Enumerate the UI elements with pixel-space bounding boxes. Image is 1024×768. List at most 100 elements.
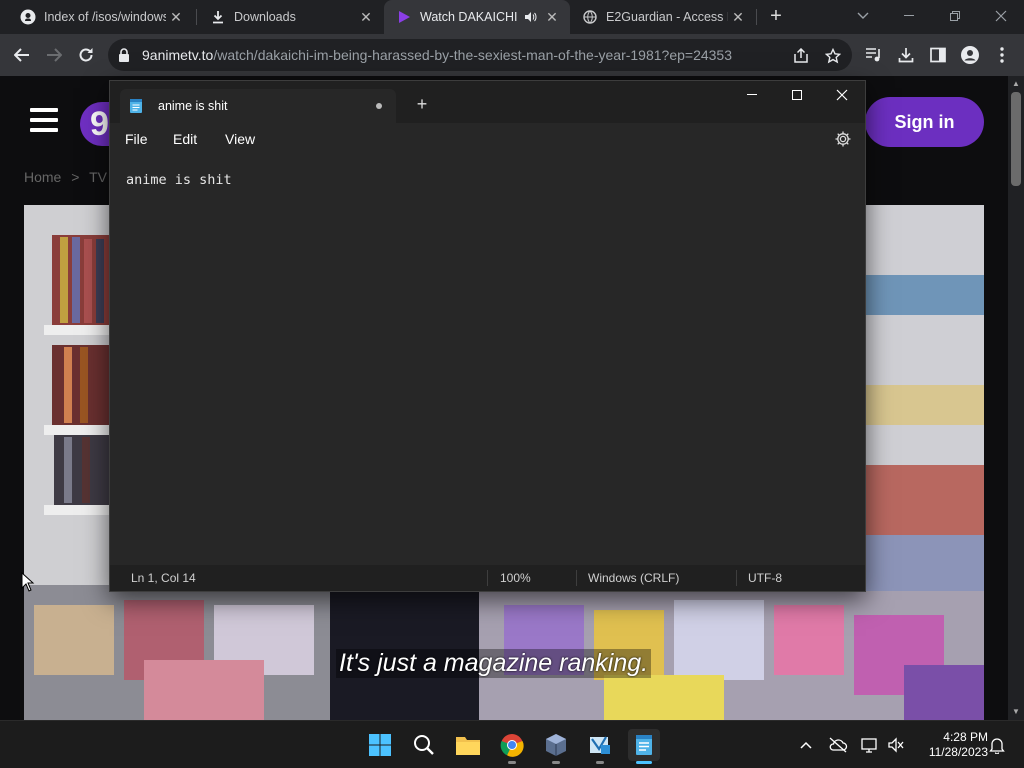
notepad-icon xyxy=(636,735,652,755)
scroll-down-icon[interactable]: ▼ xyxy=(1008,704,1024,720)
volume-muted-icon[interactable] xyxy=(886,735,906,755)
menu-edit[interactable]: Edit xyxy=(173,131,197,147)
zoom-level[interactable]: 100% xyxy=(500,571,531,585)
tab-search-button[interactable] xyxy=(840,0,886,32)
taskbar-virtualbox[interactable] xyxy=(540,729,572,764)
share-icon[interactable] xyxy=(792,47,810,65)
notepad-titlebar[interactable]: anime is shit + xyxy=(110,81,865,123)
notepad-text-area[interactable]: anime is shit xyxy=(110,155,865,565)
breadcrumb: Home > TV xyxy=(24,169,107,185)
minimize-icon xyxy=(747,94,757,95)
close-icon xyxy=(836,89,848,101)
breadcrumb-tv-link[interactable]: TV xyxy=(89,169,107,185)
document-text[interactable]: anime is shit xyxy=(126,172,232,188)
browser-toolbar: 9animetv.to/watch/dakaichi-im-being-hara… xyxy=(0,34,1024,76)
side-panel-icon[interactable] xyxy=(928,45,948,65)
gear-icon[interactable] xyxy=(834,130,852,148)
tab-watch-dakaichi[interactable]: Watch DAKAICHI ✕ xyxy=(384,0,570,34)
profile-icon[interactable] xyxy=(960,45,980,65)
breadcrumb-home-link[interactable]: Home xyxy=(24,169,61,185)
reload-button[interactable] xyxy=(72,41,100,69)
notepad-menubar: File Edit View xyxy=(110,123,865,155)
minimize-button[interactable] xyxy=(886,0,932,32)
hamburger-menu-icon[interactable] xyxy=(30,108,58,132)
cloud-off-icon[interactable] xyxy=(828,735,848,755)
vmware-icon xyxy=(590,736,610,754)
maximize-icon xyxy=(792,90,802,100)
speaker-icon[interactable] xyxy=(522,9,538,25)
running-indicator xyxy=(596,761,604,764)
notification-bell-icon[interactable] xyxy=(987,735,1007,755)
tab-downloads[interactable]: Downloads ✕ xyxy=(198,0,384,34)
taskbar-vmware[interactable] xyxy=(584,729,616,764)
lock-icon[interactable] xyxy=(118,48,130,67)
taskbar-notepad[interactable] xyxy=(628,729,660,764)
close-icon[interactable]: ✕ xyxy=(542,7,562,27)
notepad-minimize-button[interactable] xyxy=(729,81,775,109)
unsaved-dot-icon[interactable] xyxy=(376,103,382,109)
page-scrollbar[interactable]: ▲ ▼ xyxy=(1008,76,1024,720)
taskbar-chrome[interactable] xyxy=(496,729,528,764)
star-icon[interactable] xyxy=(824,47,842,65)
notepad-icon xyxy=(130,99,142,113)
taskbar-search-button[interactable] xyxy=(408,729,440,761)
notepad-new-tab-button[interactable]: + xyxy=(412,94,432,114)
tab-title: Watch DAKAICHI xyxy=(420,10,518,24)
breadcrumb-separator: > xyxy=(71,169,80,185)
sign-in-button[interactable]: Sign in xyxy=(865,97,984,147)
close-window-button[interactable] xyxy=(978,0,1024,32)
back-button[interactable] xyxy=(8,41,36,69)
close-icon xyxy=(995,10,1007,22)
notepad-statusbar: Ln 1, Col 14 100% Windows (CRLF) UTF-8 xyxy=(110,565,865,591)
active-indicator xyxy=(636,761,652,764)
chevron-up-icon[interactable] xyxy=(796,735,816,755)
minimize-icon xyxy=(904,15,914,16)
start-button[interactable] xyxy=(364,729,396,761)
close-icon[interactable]: ✕ xyxy=(356,7,376,27)
play-icon xyxy=(396,9,412,25)
windows-start-icon xyxy=(369,734,391,756)
tab-title: E2Guardian - Access D xyxy=(606,10,728,24)
notepad-tab[interactable]: anime is shit xyxy=(120,89,396,123)
video-subtitle: It's just a magazine ranking. xyxy=(336,649,652,678)
forward-button[interactable] xyxy=(40,41,68,69)
tab-index-of-isos[interactable]: Index of /isos/windows ✕ xyxy=(8,0,194,34)
tab-e2guardian[interactable]: E2Guardian - Access D ✕ xyxy=(570,0,756,34)
running-indicator xyxy=(552,761,560,764)
encoding[interactable]: UTF-8 xyxy=(748,571,782,585)
taskbar-clock[interactable]: 4:28 PM 11/28/2023 xyxy=(912,730,988,760)
chevron-down-icon xyxy=(857,12,869,19)
taskbar-file-explorer[interactable] xyxy=(452,729,484,761)
close-icon[interactable]: ✕ xyxy=(166,7,186,27)
notepad-close-button[interactable] xyxy=(819,81,865,109)
restore-icon xyxy=(950,11,960,21)
mouse-cursor-icon xyxy=(21,572,35,592)
media-control-icon[interactable] xyxy=(864,45,884,65)
kebab-menu-icon[interactable] xyxy=(992,45,1012,65)
cursor-position: Ln 1, Col 14 xyxy=(131,571,196,585)
search-icon xyxy=(414,735,434,755)
new-tab-button[interactable]: + xyxy=(764,5,788,29)
chrome-icon xyxy=(500,734,524,757)
notepad-maximize-button[interactable] xyxy=(774,81,820,109)
windows-taskbar: 4:28 PM 11/28/2023 xyxy=(0,720,1024,768)
download-icon xyxy=(210,9,226,25)
scroll-up-icon[interactable]: ▲ xyxy=(1008,76,1024,92)
menu-file[interactable]: File xyxy=(125,131,148,147)
notepad-tab-title: anime is shit xyxy=(158,99,228,113)
scrollbar-thumb[interactable] xyxy=(1011,92,1021,186)
network-icon[interactable] xyxy=(860,735,880,755)
arrow-right-icon xyxy=(47,48,62,62)
close-icon[interactable]: ✕ xyxy=(728,7,748,27)
address-bar[interactable]: 9animetv.to/watch/dakaichi-im-being-hara… xyxy=(108,39,852,71)
line-endings[interactable]: Windows (CRLF) xyxy=(588,571,679,585)
status-separator xyxy=(487,570,488,586)
url-path: /watch/dakaichi-im-being-harassed-by-the… xyxy=(213,47,732,63)
menu-view[interactable]: View xyxy=(225,131,255,147)
restore-button[interactable] xyxy=(932,0,978,32)
cube-icon xyxy=(546,734,566,756)
reload-icon xyxy=(79,48,93,62)
status-separator xyxy=(736,570,737,586)
tab-separator xyxy=(756,9,757,25)
download-icon[interactable] xyxy=(896,45,916,65)
